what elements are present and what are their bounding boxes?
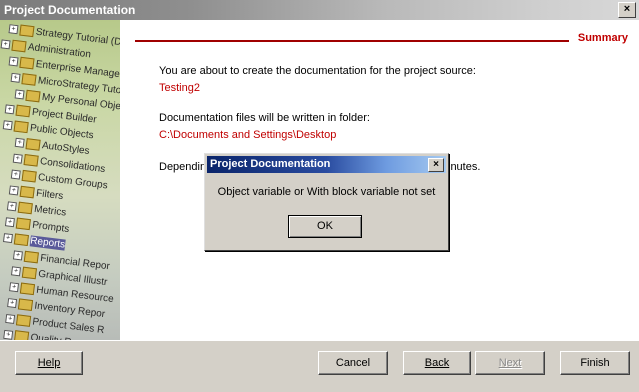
window-title: Project Documentation xyxy=(4,3,136,17)
folder-icon xyxy=(13,330,30,340)
tree-item-label: Reports xyxy=(29,235,66,251)
expand-icon[interactable]: + xyxy=(14,89,25,100)
back-button[interactable]: Back xyxy=(403,351,471,375)
cancel-button[interactable]: Cancel xyxy=(318,351,388,375)
finish-button[interactable]: Finish xyxy=(560,351,630,375)
expand-icon[interactable]: + xyxy=(8,56,19,67)
next-button[interactable]: Next xyxy=(475,351,545,375)
expand-icon[interactable]: + xyxy=(7,298,18,309)
folder-icon xyxy=(19,56,35,70)
window-close-button[interactable]: × xyxy=(618,2,636,18)
dialog-title: Project Documentation xyxy=(210,158,331,170)
expand-icon[interactable]: + xyxy=(4,217,15,228)
estimate-text-right: inutes. xyxy=(448,161,481,173)
expand-icon[interactable]: + xyxy=(12,250,23,261)
folder-icon xyxy=(25,89,41,103)
estimate-text-left: Dependin xyxy=(159,161,207,173)
tree-item-label: Metrics xyxy=(33,203,67,219)
expand-icon[interactable]: + xyxy=(14,137,25,148)
folder-icon xyxy=(15,104,31,118)
folder-icon xyxy=(15,314,32,327)
folder-icon xyxy=(13,233,29,247)
tree-item-label: AutoStyles xyxy=(41,140,91,157)
dialog-title-bar: Project Documentation × xyxy=(207,156,446,173)
folder-icon xyxy=(17,298,34,312)
expand-icon[interactable]: + xyxy=(9,282,20,293)
expand-icon[interactable]: + xyxy=(10,169,21,180)
folder-icon xyxy=(11,39,27,53)
folder-icon xyxy=(23,250,39,264)
expand-icon[interactable]: + xyxy=(0,39,11,50)
folder-icon xyxy=(17,201,33,215)
expand-icon[interactable]: + xyxy=(12,153,23,164)
folder-icon xyxy=(13,120,29,134)
tree-item-label: Filters xyxy=(35,187,64,203)
expand-icon[interactable]: + xyxy=(8,24,19,35)
help-button[interactable]: Help xyxy=(15,351,83,375)
ok-button[interactable]: OK xyxy=(288,215,362,238)
expand-icon[interactable]: + xyxy=(2,233,13,244)
tree-item-label: Prompts xyxy=(31,219,70,236)
folder-icon xyxy=(21,169,37,183)
expand-icon[interactable]: + xyxy=(10,266,22,277)
expand-icon[interactable]: + xyxy=(2,120,13,131)
folder-icon xyxy=(15,217,31,231)
error-dialog: Project Documentation × Object variable … xyxy=(204,153,449,251)
project-source-value: Testing2 xyxy=(159,82,200,94)
folder-tree: + Strategy Tutorial (Dev + Administration + E… xyxy=(0,20,120,340)
expand-icon[interactable]: + xyxy=(5,313,16,324)
expand-icon[interactable]: + xyxy=(8,185,19,196)
folder-icon xyxy=(19,24,35,38)
intro-text: You are about to create the documentatio… xyxy=(159,65,476,77)
folder-icon xyxy=(21,73,37,86)
expand-icon[interactable]: + xyxy=(6,201,17,212)
folder-icon xyxy=(19,282,36,296)
section-title: Summary xyxy=(577,32,628,44)
section-divider xyxy=(135,40,569,42)
dialog-message: Object variable or With block variable n… xyxy=(217,186,436,198)
wizard-footer: Help Cancel Back Next Finish xyxy=(0,340,639,392)
folder-path-value: C:\Documents and Settings\Desktop xyxy=(159,129,337,141)
sidebar-tree-panel: + Strategy Tutorial (Dev + Administration + E… xyxy=(0,20,120,340)
folder-icon xyxy=(19,185,35,199)
back-button-label: Back xyxy=(424,357,450,369)
next-button-label: Next xyxy=(498,357,522,369)
expand-icon[interactable]: + xyxy=(4,104,15,115)
expand-icon[interactable]: + xyxy=(10,72,21,83)
dialog-close-button[interactable]: × xyxy=(428,158,444,172)
folder-icon xyxy=(23,154,39,167)
help-button-label: Help xyxy=(37,357,61,369)
title-bar: Project Documentation × xyxy=(0,0,639,20)
folder-text: Documentation files will be written in f… xyxy=(159,112,370,124)
folder-icon xyxy=(21,266,38,280)
expand-icon[interactable]: + xyxy=(3,329,14,340)
folder-icon xyxy=(25,138,41,151)
